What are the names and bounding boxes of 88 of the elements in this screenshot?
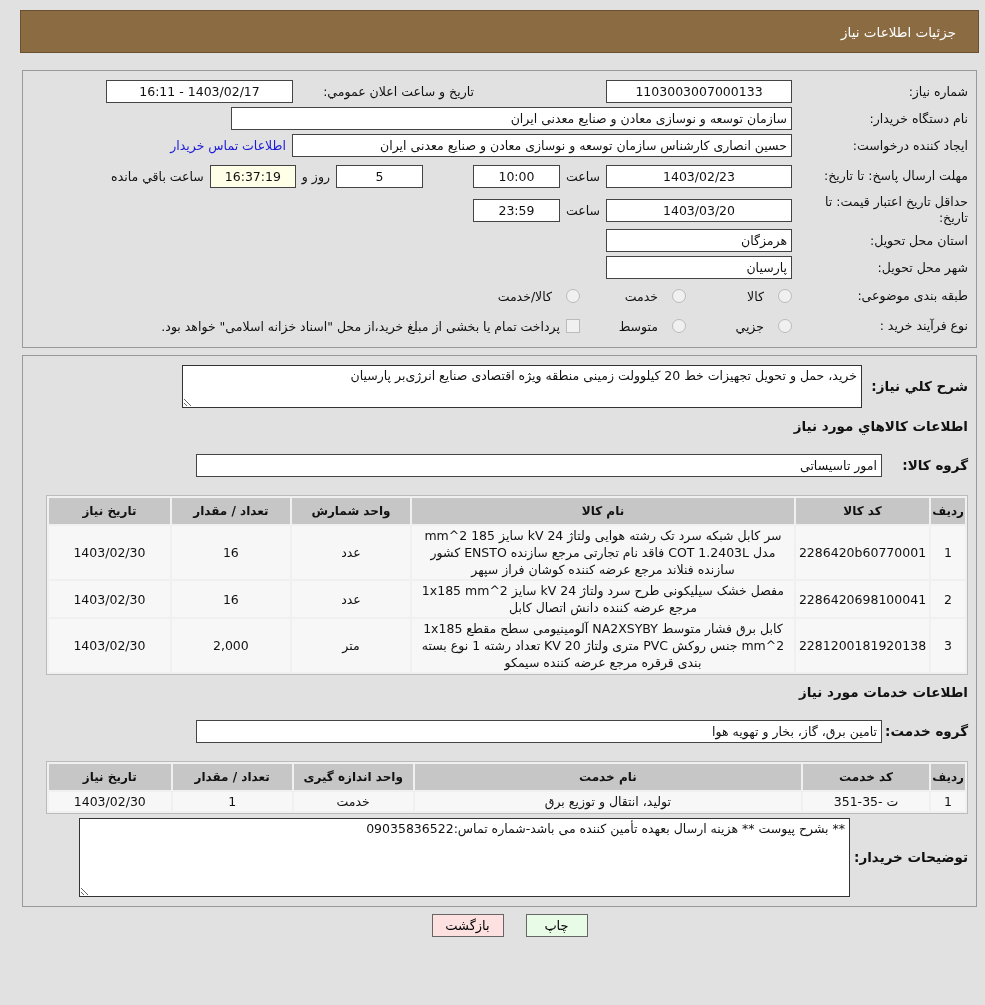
contact-link[interactable]: اطلاعات تماس خریدار xyxy=(170,138,286,153)
column-header: تاریخ نیاز xyxy=(49,764,171,790)
table-cell: 1 xyxy=(931,792,965,811)
table-cell: 1403/02/30 xyxy=(49,792,171,811)
page-header: جزئیات اطلاعات نیاز xyxy=(20,10,979,53)
table-cell: 1 xyxy=(931,526,965,579)
table-cell: 2286420698100041 xyxy=(795,581,930,617)
table-cell: 1403/02/30 xyxy=(49,619,170,672)
field-label: حداقل تاریخ اعتبار قیمت: تا تاریخ: xyxy=(823,194,968,226)
column-header: واحد شمارش xyxy=(291,498,411,524)
announce-date-field: 1403/02/17 - 16:11 xyxy=(106,80,293,103)
section-label: توضیحات خریدار: xyxy=(856,849,968,865)
section-label: گروه خدمت: xyxy=(888,723,968,739)
column-header: کد کالا xyxy=(795,498,930,524)
section-title: اطلاعات خدمات مورد نیاز xyxy=(799,684,968,700)
city-field: پارسیان xyxy=(606,256,792,279)
table-cell: عدد xyxy=(291,526,411,579)
validity-time-field: 23:59 xyxy=(473,198,560,222)
need-number-field: 1103003007000133 xyxy=(606,80,792,103)
validity-date-field: 1403/03/20 xyxy=(606,198,792,222)
field-label: مهلت ارسال پاسخ: تا تاریخ: xyxy=(822,168,968,184)
table-cell: 16 xyxy=(171,526,290,579)
table-cell: 3 xyxy=(931,619,965,672)
table-cell: 1403/02/30 xyxy=(49,581,170,617)
column-header: واحد اندازه گیری xyxy=(293,764,413,790)
field-label: استان محل تحویل: xyxy=(868,232,968,249)
column-header: تعداد / مقدار xyxy=(171,498,290,524)
column-header: کد خدمت xyxy=(802,764,930,790)
table-cell: 2 xyxy=(931,581,965,617)
field-label: نوع فرآیند خرید : xyxy=(878,318,968,334)
days-field: 5 xyxy=(336,164,423,188)
table-cell: 1 xyxy=(172,792,292,811)
field-label: نام دستگاه خریدار: xyxy=(868,110,968,127)
radio-button[interactable] xyxy=(778,319,792,333)
field-label: ایجاد کننده درخواست: xyxy=(851,137,968,154)
province-field: هرمزگان xyxy=(606,229,792,252)
deadline-date-field: 1403/02/23 xyxy=(606,164,792,188)
column-header: ردیف xyxy=(931,498,965,524)
time-label: ساعت xyxy=(566,202,600,218)
table-cell: کابل برق فشار متوسط NA2XSYBY آلومینیومی سطح مقطع 1x185 mm^2 جنس روکش PVC متری ولتاژ KV 20 تعداد رشته 1 نوع بسته بندی قرقره مرجع عرضه کننده سیمکو xyxy=(412,619,794,672)
field-label: شهر محل تحویل: xyxy=(876,259,968,276)
table-cell: عدد xyxy=(291,581,411,617)
time-label: ساعت xyxy=(566,168,600,184)
table-cell: 2286420b60770001 xyxy=(795,526,930,579)
table-cell: 2281200181920138 xyxy=(795,619,930,672)
buyer-notes-field[interactable]: ** بشرح پیوست ** هزینه ارسال بعهده تأمین کننده می باشد-شماره تماس:09035836522 xyxy=(79,817,850,897)
table-cell: 2,000 xyxy=(171,619,290,672)
days-label: روز و xyxy=(301,168,330,184)
table-cell: ت -35-351 xyxy=(802,792,930,811)
column-header: تعداد / مقدار xyxy=(172,764,292,790)
option-label: کالا/خدمت xyxy=(497,288,552,304)
buyer-org-field: سازمان توسعه و نوسازی معادن و صنایع معدنی ایران xyxy=(231,107,792,130)
goods-group-field: امور تاسیساتی xyxy=(196,453,882,477)
section-title: اطلاعات کالاهاي مورد نیاز xyxy=(793,418,968,434)
checkbox[interactable] xyxy=(566,319,580,333)
summary-field[interactable]: خرید، حمل و تحویل تجهیزات خط 20 کیلوولت زمینی منطقه ویژه اقتصادی صنایع انرژی‌بر پارسیان xyxy=(182,364,862,408)
column-header: ردیف xyxy=(931,764,965,790)
radio-button[interactable] xyxy=(778,289,792,303)
option-label: جزيي xyxy=(735,318,764,334)
table-cell: تولید، انتقال و توزیع برق xyxy=(414,792,801,811)
table-cell: مفصل خشک سیلیکونی طرح سرد ولتاژ 24 kV سایز 1x185 mm^2 مرجع عرضه کننده دانش اتصال کابل xyxy=(412,581,794,617)
radio-button[interactable] xyxy=(672,289,686,303)
option-label: پرداخت تمام یا بخشی از مبلغ خرید،از محل "اسناد خزانه اسلامی" خواهد بود. xyxy=(161,318,560,334)
radio-button[interactable] xyxy=(672,319,686,333)
print-button[interactable]: چاپ xyxy=(525,914,588,937)
option-label: کالا xyxy=(747,288,764,304)
field-label: طبقه بندی موضوعی: xyxy=(856,288,968,304)
table-cell: 16 xyxy=(171,581,290,617)
section-label: گروه کالا: xyxy=(901,457,968,473)
section-label: شرح کلي نیاز: xyxy=(870,378,968,394)
column-header: نام خدمت xyxy=(414,764,801,790)
radio-button[interactable] xyxy=(566,289,580,303)
remaining-time-field: 16:37:19 xyxy=(209,164,296,188)
table-cell: خدمت xyxy=(293,792,413,811)
field-label: تاریخ و ساعت اعلان عمومي: xyxy=(322,83,474,100)
column-header: نام کالا xyxy=(412,498,794,524)
deadline-time-field: 10:00 xyxy=(473,164,560,188)
column-header: تاریخ نیاز xyxy=(49,498,170,524)
table-cell: متر xyxy=(291,619,411,672)
remaining-label: ساعت باقي مانده xyxy=(111,168,204,184)
service-group-field: تامین برق، گاز، بخار و تهویه هوا xyxy=(196,719,882,743)
field-label: شماره نیاز: xyxy=(907,83,968,100)
back-button[interactable]: بازگشت xyxy=(431,914,504,937)
requester-field: حسین انصاری کارشناس سازمان توسعه و نوسازی معادن و صنایع معدنی ایران xyxy=(292,134,792,157)
table-cell: 1403/02/30 xyxy=(49,526,170,579)
option-label: متوسط xyxy=(618,318,658,334)
table-cell: سر کابل شبکه سرد تک رشته هوایی ولتاژ 24 kV سایز 185 mm^2 مدل COT 1.2403L فاقد نام تجارتی مرجع سازنده ENSTO کشور سازنده فنلاند مرجع عرضه کننده کوشان فراز سپهر xyxy=(412,526,794,579)
option-label: خدمت xyxy=(624,288,658,304)
